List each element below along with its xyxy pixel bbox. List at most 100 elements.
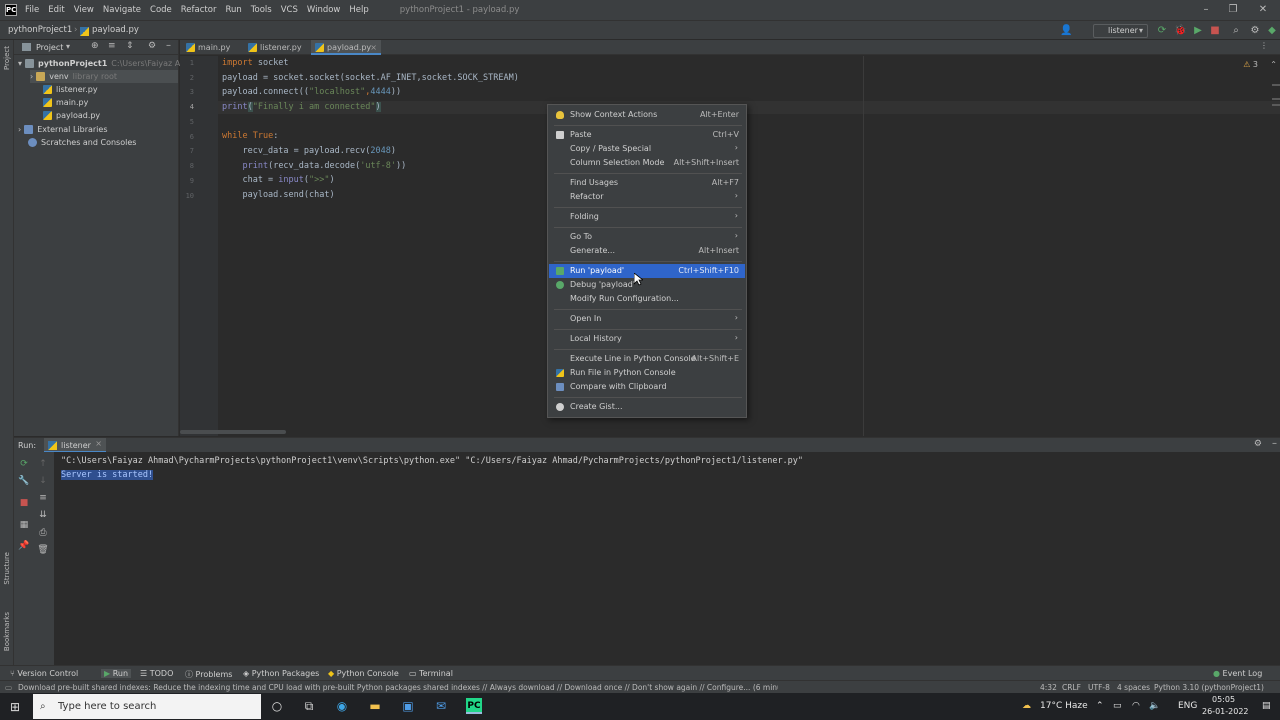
scroll-to-end-icon[interactable]: ⇊ [37, 509, 49, 521]
layout-icon[interactable]: ▦ [18, 519, 30, 531]
menu-item-run-in-console[interactable]: Run File in Python Console [549, 366, 745, 380]
bookmarks-tool-button[interactable]: Bookmarks [3, 612, 11, 651]
stripe-mark[interactable] [1272, 104, 1280, 106]
tool-event-log[interactable]: ● Event Log [1213, 669, 1262, 678]
tray-arrow-icon[interactable]: ⌃ [1096, 701, 1104, 711]
task-view-icon[interactable]: ⧉ [301, 698, 317, 714]
menu-run[interactable]: Run [225, 5, 241, 15]
menu-item-open-in[interactable]: Open In › [549, 312, 745, 326]
menu-code[interactable]: Code [150, 5, 172, 15]
tree-item-payload[interactable]: payload.py [43, 109, 100, 122]
windows-start-icon[interactable]: ⊞ [7, 699, 23, 715]
maximize-icon[interactable]: ❐ [1220, 0, 1246, 20]
user-icon[interactable]: 👤 [1060, 25, 1072, 37]
menu-item-modify-run-config[interactable]: Modify Run Configuration... [549, 292, 745, 306]
menu-tools[interactable]: Tools [251, 5, 272, 15]
close-icon[interactable]: × [370, 40, 377, 55]
debug-icon[interactable]: 🐞 [1174, 25, 1186, 37]
close-icon[interactable]: × [95, 439, 102, 448]
menu-item-debug-payload[interactable]: Debug 'payload' [549, 278, 745, 292]
chevron-down-icon[interactable]: ▾ [66, 42, 70, 51]
expand-all-icon[interactable]: ⇕ [126, 41, 134, 51]
tool-version-control[interactable]: ⑂ Version Control [10, 669, 78, 678]
language-indicator[interactable]: ENG [1178, 701, 1197, 711]
taskbar-search[interactable]: ⌕ Type here to search [33, 694, 261, 719]
run-config-select[interactable]: listener ▾ [1093, 24, 1148, 38]
stripe-mark[interactable] [1272, 84, 1280, 86]
edge-icon[interactable]: ◉ [334, 698, 350, 714]
warnings-indicator[interactable]: ⚠ 3 [1243, 60, 1258, 69]
tree-item-main[interactable]: main.py [43, 96, 88, 109]
menu-vcs[interactable]: VCS [281, 5, 298, 15]
pin-icon[interactable]: 📌 [18, 540, 30, 552]
chevron-up-icon[interactable]: ⌃ [1270, 60, 1277, 69]
menu-help[interactable]: Help [349, 5, 368, 15]
wrench-icon[interactable]: 🔧 [18, 475, 30, 487]
structure-tool-button[interactable]: Structure [3, 552, 11, 585]
store-icon[interactable]: ▣ [400, 698, 416, 714]
run-tab-listener[interactable]: listener × [44, 438, 106, 453]
tool-python-console[interactable]: ◆ Python Console [328, 669, 399, 678]
trash-icon[interactable]: 🗑 [37, 544, 49, 556]
indent-setting[interactable]: 4 spaces [1117, 683, 1150, 692]
tab-listener[interactable]: listener.py [244, 40, 306, 55]
menu-item-run-payload[interactable]: Run 'payload' Ctrl+Shift+F10 [549, 264, 745, 278]
menu-refactor[interactable]: Refactor [181, 5, 217, 15]
pycharm-taskbar-icon[interactable]: PC [466, 698, 482, 714]
gear-icon[interactable]: ⚙ [148, 41, 156, 51]
stop-icon[interactable]: ■ [18, 497, 30, 509]
clock-time[interactable]: 05:05 [1212, 695, 1235, 704]
menu-item-go-to[interactable]: Go To › [549, 230, 745, 244]
volume-icon[interactable]: 🔈 [1149, 701, 1160, 711]
menu-item-execute-line[interactable]: Execute Line in Python Console Alt+Shift+… [549, 352, 745, 366]
breadcrumb-file[interactable]: payload.py [92, 25, 139, 35]
menu-item-generate[interactable]: Generate... Alt+Insert [549, 244, 745, 258]
minimize-icon[interactable]: – [1193, 0, 1219, 20]
menu-edit[interactable]: Edit [48, 5, 64, 15]
menu-view[interactable]: View [74, 5, 94, 15]
tool-python-packages[interactable]: ◈ Python Packages [243, 669, 319, 678]
project-tool-button[interactable]: Project [3, 46, 11, 70]
tool-problems[interactable]: ⓘ Problems [185, 669, 232, 680]
line-separator[interactable]: CRLF [1062, 683, 1081, 692]
gear-icon[interactable]: ⚙ [1254, 439, 1262, 449]
plugin-icon[interactable]: ◆ [1266, 25, 1278, 37]
project-view-title[interactable]: Project [36, 43, 63, 52]
tree-root-project[interactable]: ▾ pythonProject1 C:\Users\Faiyaz Ahm [18, 57, 193, 70]
stop-icon[interactable]: ■ [1209, 25, 1221, 37]
menu-item-create-gist[interactable]: Create Gist... [549, 400, 745, 414]
locate-icon[interactable]: ⊕ [91, 41, 99, 51]
file-explorer-icon[interactable]: ▬ [367, 698, 383, 714]
arrow-down-icon[interactable]: ↓ [37, 475, 49, 487]
menu-item-paste[interactable]: Paste Ctrl+V [549, 128, 745, 142]
menu-item-column-selection[interactable]: Column Selection Mode Alt+Shift+Insert [549, 156, 745, 170]
breadcrumb-project[interactable]: pythonProject1 [8, 25, 72, 35]
tree-item-scratches[interactable]: Scratches and Consoles [28, 136, 136, 149]
notifications-icon[interactable]: ▤ [1262, 701, 1271, 711]
mail-icon[interactable]: ✉ [433, 698, 449, 714]
rerun-icon[interactable]: ⟳ [1156, 25, 1168, 37]
caret-position[interactable]: 4:32 [1040, 683, 1057, 692]
run-console[interactable]: ⟳ ↑ 🔧 ↓ ≡ ■ ⇊ ▦ ⎙ 📌 🗑 "C:\Users\Faiyaz A… [14, 452, 1280, 665]
clock-date[interactable]: 26-01-2022 [1202, 707, 1249, 716]
menu-item-refactor[interactable]: Refactor › [549, 190, 745, 204]
menu-item-compare-clipboard[interactable]: Compare with Clipboard [549, 380, 745, 394]
tab-payload[interactable]: payload.py × [311, 40, 381, 55]
weather-text[interactable]: 17°C Haze [1040, 701, 1088, 711]
tree-item-venv[interactable]: › venv library root [30, 70, 178, 83]
wifi-icon[interactable]: ◠ [1132, 701, 1140, 711]
print-icon[interactable]: ⎙ [37, 527, 49, 539]
tree-item-external-libraries[interactable]: › External Libraries [18, 123, 108, 136]
menu-item-show-context-actions[interactable]: Show Context Actions Alt+Enter [549, 108, 745, 122]
menu-item-local-history[interactable]: Local History › [549, 332, 745, 346]
file-encoding[interactable]: UTF-8 [1088, 683, 1110, 692]
status-message[interactable]: Download pre-built shared indexes: Reduc… [18, 683, 778, 692]
tool-terminal[interactable]: ▭ Terminal [409, 669, 453, 678]
more-tabs-icon[interactable]: ⋮ [1260, 41, 1268, 50]
close-icon[interactable]: ✕ [1250, 0, 1276, 20]
stripe-mark[interactable] [1272, 98, 1280, 100]
menu-window[interactable]: Window [307, 5, 341, 15]
tool-run[interactable]: ▶ Run [101, 669, 132, 678]
settings-icon[interactable]: ⚙ [1249, 25, 1261, 37]
network-icon[interactable]: ▭ [1113, 701, 1122, 711]
